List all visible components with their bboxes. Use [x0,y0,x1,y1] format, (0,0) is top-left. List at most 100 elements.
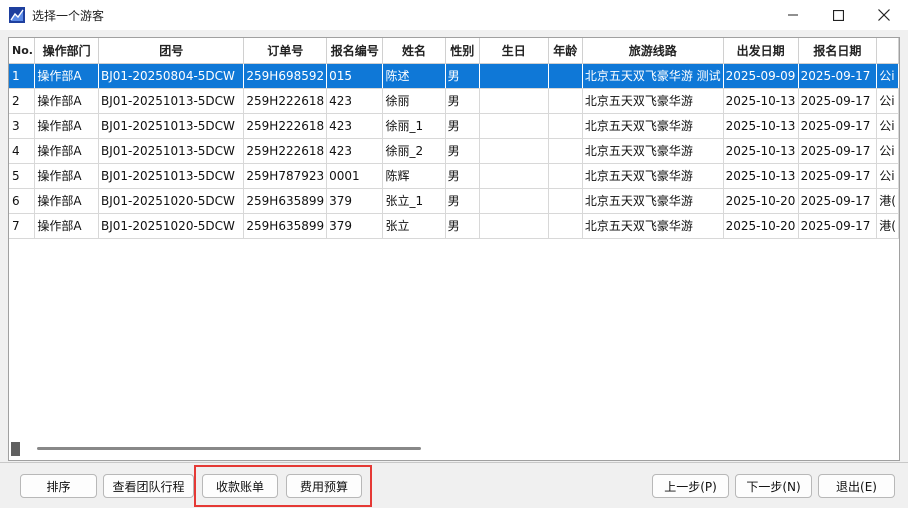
cell-extra[interactable]: 港( [876,188,899,214]
cell-gender[interactable]: 男 [445,138,480,164]
cell-age[interactable] [548,213,583,239]
cell-gender[interactable]: 男 [445,163,480,189]
next-step-button[interactable]: 下一步(N) [735,474,812,498]
cell-registration-date[interactable]: 2025-09-17 [798,63,878,89]
cell-group-no[interactable]: BJ01-20251013-5DCW [98,138,245,164]
cell-group-no[interactable]: BJ01-20251013-5DCW [98,113,245,139]
column-header-age[interactable]: 年龄 [548,38,583,64]
cell-birthday[interactable] [479,213,549,239]
cell-order-no[interactable]: 259H698592 [243,63,328,89]
cell-registration-date[interactable]: 2025-09-17 [798,188,878,214]
cell-department[interactable]: 操作部A [34,88,99,114]
cell-order-no[interactable]: 259H222618 [243,88,328,114]
column-header-extra[interactable] [876,38,899,64]
cell-registration-date[interactable]: 2025-09-17 [798,88,878,114]
cell-group-no[interactable]: BJ01-20251020-5DCW [98,213,245,239]
cell-registration-date[interactable]: 2025-09-17 [798,163,878,189]
cell-age[interactable] [548,88,583,114]
cell-department[interactable]: 操作部A [34,188,99,214]
cell-name[interactable]: 徐丽_1 [382,113,446,139]
cell-birthday[interactable] [479,63,549,89]
cell-department[interactable]: 操作部A [34,213,99,239]
prev-step-button[interactable]: 上一步(P) [652,474,729,498]
cell-age[interactable] [548,163,583,189]
table-row[interactable]: 3 操作部A BJ01-20251013-5DCW 259H222618 423 徐丽_1… [9,113,899,139]
cell-name[interactable]: 徐丽_2 [382,138,446,164]
column-header-birthday[interactable]: 生日 [479,38,549,64]
cell-extra[interactable]: 公i [876,138,899,164]
column-header-order-no[interactable]: 订单号 [243,38,328,64]
cell-extra[interactable]: 公i [876,63,899,89]
cell-no[interactable]: 6 [9,188,36,214]
cell-age[interactable] [548,138,583,164]
receipt-bill-button[interactable]: 收款账单 [202,474,278,498]
cell-no[interactable]: 3 [9,113,36,139]
cell-route[interactable]: 北京五天双飞豪华游 [582,213,724,239]
cell-registration-no[interactable]: 379 [326,188,384,214]
cell-route[interactable]: 北京五天双飞豪华游 [582,188,724,214]
column-header-gender[interactable]: 性别 [445,38,480,64]
cell-name[interactable]: 张立_1 [382,188,446,214]
cell-order-no[interactable]: 259H787923 [243,163,328,189]
cell-order-no[interactable]: 259H635899 [243,213,328,239]
table-row[interactable]: 1 操作部A BJ01-20250804-5DCW 259H698592 015 陈述男 北… [9,63,899,89]
cell-group-no[interactable]: BJ01-20251013-5DCW [98,163,245,189]
cell-department[interactable]: 操作部A [34,138,99,164]
cell-registration-no[interactable]: 423 [326,138,384,164]
column-header-name[interactable]: 姓名 [382,38,446,64]
cell-extra[interactable]: 港( [876,213,899,239]
table-row[interactable]: 6 操作部A BJ01-20251020-5DCW 259H635899 379 张立_1… [9,188,899,214]
column-header-group-no[interactable]: 团号 [98,38,245,64]
cell-route[interactable]: 北京五天双飞豪华游 测试 [582,63,724,89]
title-bar[interactable]: 选择一个游客 [0,0,908,30]
cell-extra[interactable]: 公i [876,88,899,114]
cell-birthday[interactable] [479,88,549,114]
cell-gender[interactable]: 男 [445,213,480,239]
cell-departure-date[interactable]: 2025-10-13 [723,138,799,164]
table-row[interactable]: 5 操作部A BJ01-20251013-5DCW 259H787923 0001 陈辉男… [9,163,899,189]
cell-name[interactable]: 陈述 [382,63,446,89]
cell-registration-date[interactable]: 2025-09-17 [798,113,878,139]
cost-budget-button[interactable]: 费用预算 [286,474,362,498]
cell-department[interactable]: 操作部A [34,63,99,89]
exit-button[interactable]: 退出(E) [818,474,895,498]
sort-button[interactable]: 排序 [20,474,97,498]
cell-no[interactable]: 1 [9,63,36,89]
cell-registration-no[interactable]: 015 [326,63,384,89]
table-row[interactable]: 4 操作部A BJ01-20251013-5DCW 259H222618 423 徐丽_2… [9,138,899,164]
cell-route[interactable]: 北京五天双飞豪华游 [582,138,724,164]
cell-group-no[interactable]: BJ01-20251020-5DCW [98,188,245,214]
cell-departure-date[interactable]: 2025-10-13 [723,88,799,114]
cell-no[interactable]: 2 [9,88,36,114]
cell-gender[interactable]: 男 [445,63,480,89]
cell-no[interactable]: 7 [9,213,36,239]
cell-registration-date[interactable]: 2025-09-17 [798,213,878,239]
cell-name[interactable]: 陈辉 [382,163,446,189]
horizontal-scrollbar[interactable] [9,438,899,460]
column-header-registration-date[interactable]: 报名日期 [798,38,878,64]
column-header-departure-date[interactable]: 出发日期 [723,38,799,64]
column-header-route[interactable]: 旅游线路 [582,38,724,64]
maximize-button[interactable] [815,0,861,30]
cell-order-no[interactable]: 259H635899 [243,188,328,214]
cell-order-no[interactable]: 259H222618 [243,138,328,164]
cell-gender[interactable]: 男 [445,188,480,214]
cell-birthday[interactable] [479,113,549,139]
cell-departure-date[interactable]: 2025-10-13 [723,113,799,139]
cell-registration-date[interactable]: 2025-09-17 [798,138,878,164]
cell-age[interactable] [548,188,583,214]
tourist-grid[interactable]: No. 操作部门 团号 订单号 报名编号 姓名 性别 生日 年龄 旅游线路 出发… [8,37,900,461]
table-row[interactable]: 2 操作部A BJ01-20251013-5DCW 259H222618 423 徐丽男 北… [9,88,899,114]
cell-department[interactable]: 操作部A [34,113,99,139]
cell-extra[interactable]: 公i [876,113,899,139]
cell-departure-date[interactable]: 2025-09-09 [723,63,799,89]
cell-order-no[interactable]: 259H222618 [243,113,328,139]
cell-registration-no[interactable]: 423 [326,113,384,139]
cell-name[interactable]: 张立 [382,213,446,239]
column-header-no[interactable]: No. [9,38,36,64]
cell-name[interactable]: 徐丽 [382,88,446,114]
column-header-department[interactable]: 操作部门 [34,38,99,64]
cell-departure-date[interactable]: 2025-10-20 [723,188,799,214]
cell-birthday[interactable] [479,188,549,214]
cell-age[interactable] [548,63,583,89]
